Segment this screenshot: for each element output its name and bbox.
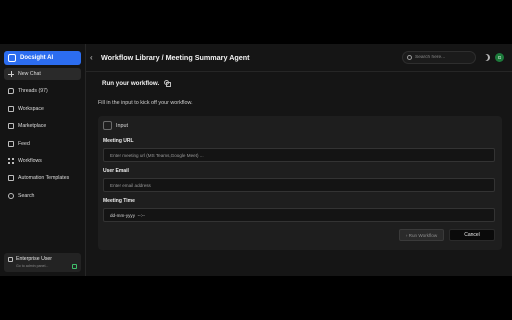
sidebar: Docsight AI New Chat Threads (97) Worksp…	[0, 44, 86, 276]
sidebar-item-new-chat[interactable]: New Chat	[4, 68, 81, 80]
run-workflow-button[interactable]: › Run Workflow	[399, 229, 444, 241]
enterprise-subtitle: Go to admin panel...	[16, 264, 49, 268]
cancel-button[interactable]: Cancel	[449, 229, 495, 241]
sidebar-item-feed[interactable]: Feed	[4, 138, 81, 150]
sidebar-nav: New Chat Threads (97) Workspace Marketpl…	[4, 68, 81, 202]
search-box[interactable]	[402, 51, 476, 64]
search-icon	[407, 55, 412, 60]
page-header: ‹ Workflow Library / Meeting Summary Age…	[86, 44, 512, 72]
docsight-logo-icon	[8, 54, 16, 62]
external-link-icon[interactable]	[72, 264, 77, 269]
meeting-time-field[interactable]	[103, 208, 495, 222]
input-icon	[103, 121, 112, 130]
letterbox-bottom	[0, 276, 512, 320]
marketplace-icon	[8, 123, 14, 130]
avatar[interactable]: G	[495, 53, 504, 62]
sidebar-item-threads[interactable]: Threads (97)	[4, 85, 81, 97]
sidebar-item-label: Search	[18, 192, 35, 199]
sidebar-item-label: Threads (97)	[18, 88, 48, 95]
brand-name: Docsight AI	[20, 55, 54, 61]
sidebar-item-automation-templates[interactable]: Automation Templates	[4, 172, 81, 184]
search-icon	[8, 192, 14, 199]
page-title: Run your workflow.	[102, 80, 160, 87]
sidebar-item-workspace[interactable]: Workspace	[4, 103, 81, 115]
user-email-label: User Email	[103, 168, 129, 174]
sidebar-item-label: Workflows	[18, 157, 42, 164]
feed-icon	[8, 140, 14, 147]
app-window: Docsight AI New Chat Threads (97) Worksp…	[0, 44, 512, 276]
page-subtitle: Fill in the input to kick off your workf…	[98, 100, 193, 106]
breadcrumb: Workflow Library / Meeting Summary Agent	[101, 53, 250, 62]
sidebar-item-marketplace[interactable]: Marketplace	[4, 120, 81, 132]
letterbox-top	[0, 0, 512, 44]
input-card-header: Input	[103, 121, 128, 130]
user-icon	[8, 256, 13, 262]
workflows-icon	[8, 157, 14, 164]
enterprise-user-card[interactable]: Enterprise User Go to admin panel...	[4, 253, 81, 272]
input-card: Input Meeting URL User Email Meeting Tim…	[98, 116, 502, 250]
brand-button[interactable]: Docsight AI	[4, 51, 81, 65]
meeting-url-field[interactable]	[103, 148, 495, 162]
sidebar-item-search[interactable]: Search	[4, 190, 81, 202]
sidebar-item-label: Workspace	[18, 105, 44, 112]
workflow-icon	[164, 80, 172, 87]
sidebar-item-label: Automation Templates	[18, 175, 70, 182]
templates-icon	[8, 175, 14, 182]
sidebar-item-label: New Chat	[18, 71, 41, 77]
workspace-icon	[8, 105, 14, 112]
enterprise-title: Enterprise User	[16, 256, 53, 262]
back-chevron-icon[interactable]: ‹	[90, 53, 98, 62]
meeting-time-label: Meeting Time	[103, 198, 135, 204]
meeting-url-label: Meeting URL	[103, 138, 134, 144]
plus-icon	[8, 71, 14, 77]
moon-icon[interactable]	[483, 54, 490, 61]
user-email-field[interactable]	[103, 178, 495, 192]
sidebar-item-workflows[interactable]: Workflows	[4, 155, 81, 167]
sidebar-item-label: Marketplace	[18, 123, 47, 130]
search-input[interactable]	[415, 55, 475, 60]
input-card-title: Input	[116, 122, 128, 129]
run-title-row: Run your workflow.	[102, 80, 172, 87]
sidebar-item-label: Feed	[18, 140, 30, 147]
main-panel: ‹ Workflow Library / Meeting Summary Age…	[86, 44, 512, 276]
chat-icon	[8, 88, 14, 95]
